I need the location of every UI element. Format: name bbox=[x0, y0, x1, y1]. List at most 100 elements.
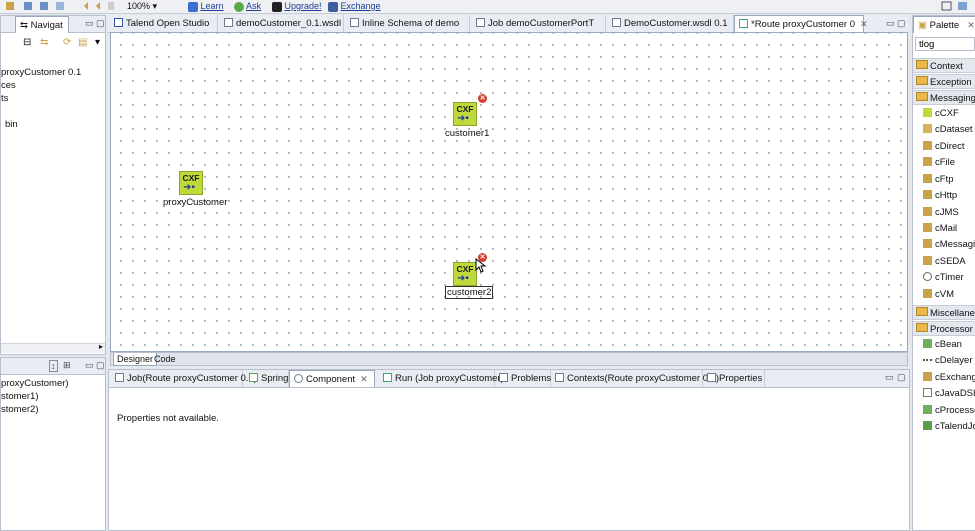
outline-item-customer2[interactable]: stomer2) bbox=[1, 404, 38, 415]
palette-item-cftp[interactable]: cFtp bbox=[923, 172, 975, 188]
palette-group-exception[interactable]: Exception bbox=[913, 74, 975, 89]
zoom-select[interactable]: 100% ▾ bbox=[127, 0, 157, 13]
palette-item-cseda[interactable]: cSEDA bbox=[923, 254, 975, 270]
tab-label: Properties bbox=[719, 373, 763, 384]
filter-icon[interactable]: ▤ bbox=[78, 37, 87, 48]
palette-item-chttp[interactable]: cHttp bbox=[923, 188, 975, 204]
palette-item-cjms[interactable]: cJMS bbox=[923, 205, 975, 221]
close-icon[interactable]: ✕ bbox=[860, 19, 868, 29]
tree-item-bin[interactable]: bin bbox=[5, 119, 18, 130]
tree-item-proxycustomer[interactable]: proxyCustomer 0.1 bbox=[1, 67, 81, 78]
tab-problems[interactable]: Problems bbox=[495, 370, 551, 387]
navigator-panel: ⇆ Navigat ▭ ▢ ⊟ ⇆ ⟳ ▤ ▾ proxyCustomer 0.… bbox=[0, 15, 106, 355]
tree-view-icon[interactable]: ⊞ bbox=[63, 360, 71, 371]
tab-navigator[interactable]: ⇆ Navigat bbox=[15, 16, 69, 33]
maximize-icon[interactable]: ▢ bbox=[96, 18, 105, 29]
tab-talend-open-studio[interactable]: Talend Open Studio bbox=[110, 15, 218, 32]
exchange-icon bbox=[923, 372, 932, 381]
item-label: cTimer bbox=[935, 272, 964, 283]
exchange-label: Exchange bbox=[340, 1, 381, 11]
view-menu-icon[interactable]: ▾ bbox=[95, 37, 100, 48]
palette-item-cprocessor[interactable]: cProcesso bbox=[923, 403, 975, 419]
close-icon[interactable]: ✕ bbox=[360, 374, 368, 384]
palette-item-cdataset[interactable]: cDataset bbox=[923, 122, 975, 138]
delayer-icon bbox=[923, 359, 932, 364]
tab-job-route[interactable]: Job(Route proxyCustomer 0.1) bbox=[111, 370, 257, 387]
palette-group-context[interactable]: Context bbox=[913, 58, 975, 73]
palette-group-messaging[interactable]: Messaging bbox=[913, 90, 975, 105]
bottom-tabbar: Job(Route proxyCustomer 0.1) Spring Comp… bbox=[109, 370, 909, 388]
navigator-toolbar: ⊟ ⇆ ⟳ ▤ ▾ bbox=[23, 37, 103, 49]
exchange-link[interactable]: Exchange bbox=[328, 0, 381, 13]
palette-item-cdirect[interactable]: cDirect bbox=[923, 139, 975, 155]
palette-item-cbean[interactable]: cBean bbox=[923, 337, 975, 353]
tab-route-proxycustomer[interactable]: *Route proxyCustomer 0 ✕ bbox=[734, 15, 868, 32]
palette-item-cjavadsl[interactable]: cJavaDSLI bbox=[923, 386, 975, 402]
component-label[interactable]: proxyCustomer bbox=[163, 197, 227, 208]
ask-link[interactable]: Ask bbox=[234, 0, 261, 13]
toolbar-icons-group[interactable] bbox=[4, 0, 114, 13]
palette-item-cmessaging[interactable]: cMessagi bbox=[923, 237, 975, 253]
link-editor-icon[interactable]: ⇆ bbox=[40, 37, 48, 48]
tree-item-contexts[interactable]: ts bbox=[1, 93, 8, 104]
tab-component[interactable]: Component ✕ bbox=[289, 370, 375, 387]
component-label[interactable]: customer1 bbox=[445, 128, 489, 139]
palette-item-cmail[interactable]: cMail bbox=[923, 221, 975, 237]
tree-item-services[interactable]: ces bbox=[1, 80, 16, 91]
close-icon[interactable]: ✕ bbox=[967, 20, 975, 30]
minimize-icon[interactable]: ▭ bbox=[886, 18, 895, 29]
palette-item-ccxf[interactable]: cCXF bbox=[923, 106, 975, 122]
tab-properties[interactable]: Properties bbox=[703, 370, 765, 387]
perspective-icons[interactable] bbox=[940, 0, 974, 13]
designer-canvas[interactable]: CXF ➜▪ ✕ customer1 CXF ➜▪ proxyCustomer CX… bbox=[110, 32, 908, 352]
palette-item-cfile[interactable]: cFile bbox=[923, 155, 975, 171]
horizontal-scrollbar[interactable]: ▸ bbox=[1, 342, 105, 353]
minimize-icon[interactable]: ▭ bbox=[885, 372, 894, 383]
palette-item-cdelayer[interactable]: cDelayer bbox=[923, 353, 975, 369]
tab-code[interactable]: Code bbox=[151, 353, 179, 365]
palette-group-miscellaneous[interactable]: Miscellaneo bbox=[913, 305, 975, 320]
tab-run[interactable]: Run (Job proxyCustomer) bbox=[379, 370, 504, 387]
palette-item-cvm[interactable]: cVM bbox=[923, 287, 975, 303]
tab-spring[interactable]: Spring bbox=[245, 370, 289, 387]
tab-label: Run (Job proxyCustomer) bbox=[395, 373, 504, 384]
palette-item-cexchange[interactable]: cExchang bbox=[923, 370, 975, 386]
talendjob-icon bbox=[923, 421, 932, 430]
tab-contexts[interactable]: Contexts(Route proxyCustomer 0.1) bbox=[551, 370, 719, 387]
tab-job-democustomerportt[interactable]: Job demoCustomerPortT bbox=[472, 15, 606, 32]
minimize-icon[interactable]: ▭ bbox=[85, 360, 94, 371]
item-label: cTalendJo bbox=[935, 421, 975, 432]
palette-group-processor[interactable]: Processor bbox=[913, 321, 975, 336]
tab-inline-schema[interactable]: Inline Schema of demo bbox=[346, 15, 470, 32]
maximize-icon[interactable]: ▢ bbox=[96, 360, 105, 371]
learn-link[interactable]: Learn bbox=[188, 0, 224, 13]
upgrade-label: Upgrade! bbox=[284, 1, 322, 11]
outline-item-proxycustomer[interactable]: proxyCustomer) bbox=[1, 378, 69, 389]
scroll-right-icon[interactable]: ▸ bbox=[99, 342, 103, 351]
upgrade-link[interactable]: Upgrade! bbox=[272, 0, 322, 13]
maximize-icon[interactable]: ▢ bbox=[897, 18, 906, 29]
outline-item-customer1[interactable]: stomer1) bbox=[1, 391, 38, 402]
palette-item-ctimer[interactable]: cTimer bbox=[923, 270, 975, 286]
tab-democustomer-wsdl[interactable]: demoCustomer_0.1.wsdl bbox=[220, 15, 344, 32]
cxf-icon bbox=[923, 108, 932, 117]
tab-democustomer-wsdl-01[interactable]: DemoCustomer.wsdl 0.1 bbox=[608, 15, 734, 32]
minimize-icon[interactable]: ▭ bbox=[85, 18, 94, 29]
palette-item-ctalendjob[interactable]: cTalendJo bbox=[923, 419, 975, 435]
item-label: cMail bbox=[935, 223, 958, 234]
item-label: cBean bbox=[935, 339, 962, 350]
upgrade-icon bbox=[272, 1, 282, 12]
arrow-icon: ➜▪ bbox=[457, 113, 469, 124]
collapse-all-icon[interactable]: ⊟ bbox=[23, 37, 31, 48]
folder-open-icon bbox=[916, 323, 928, 332]
palette-search-input[interactable] bbox=[915, 37, 975, 51]
perspective-switch-icon[interactable] bbox=[940, 0, 974, 12]
group-label: Messaging bbox=[930, 93, 975, 104]
toolbar-tool-icons[interactable] bbox=[4, 0, 114, 12]
sync-icon[interactable]: ⟳ bbox=[63, 37, 71, 48]
tab-label: Component bbox=[306, 374, 356, 385]
tab-palette[interactable]: ▣ Palette ✕ bbox=[913, 16, 975, 33]
component-label[interactable]: customer2 bbox=[445, 286, 494, 299]
maximize-icon[interactable]: ▢ bbox=[897, 372, 906, 383]
sort-icon[interactable]: ↕ bbox=[49, 360, 58, 372]
